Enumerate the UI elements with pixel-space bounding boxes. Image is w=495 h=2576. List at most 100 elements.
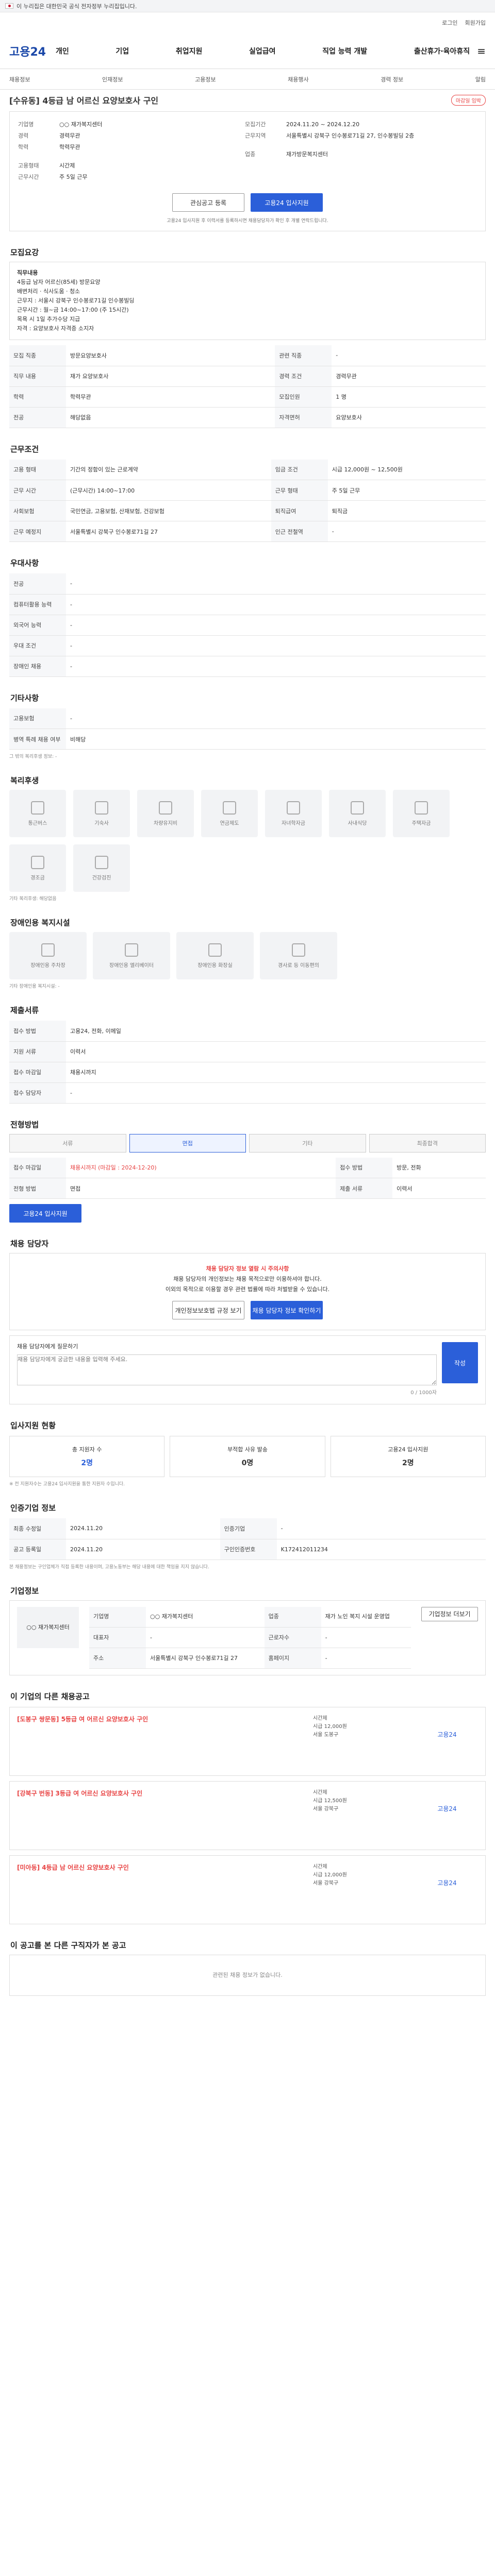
status-card: 총 지원자 수 2명	[9, 1436, 165, 1477]
job-description: 직무내용 4등급 남자 어르신(85세) 방문요양 배변처리 · 식사도움 · 청…	[9, 262, 486, 340]
gnb-item[interactable]: 개인	[56, 46, 69, 56]
process-steps: 서류 면접 기타 최종합격	[9, 1133, 486, 1153]
forms-table: 접수 방법 고용24, 전화, 이메일 지원 서류 이력서 접수 마감일 채용시까지 …	[9, 1021, 486, 1104]
period-value: 2024.11.20 ~ 2024.12.20	[286, 121, 360, 128]
disabled-facility-item: 장애인용 주차장	[9, 932, 87, 979]
company-name[interactable]: ○○ 재가복지센터	[59, 119, 102, 130]
house-icon	[415, 801, 428, 815]
company-more-button[interactable]: 기업정보 더보기	[421, 1606, 478, 1621]
restroom-icon	[208, 943, 222, 957]
elevator-icon	[125, 943, 138, 957]
ramp-icon	[292, 943, 305, 957]
section-title: 입사지원 현황	[10, 1421, 56, 1430]
contact-notice: 채용 담당자 정보 열람 시 주의사항 채용 담당자의 개인정보는 채용 목적으…	[9, 1253, 486, 1330]
utility-nav: 로그인 회원가입	[0, 12, 495, 33]
section-title: 모집요강	[10, 248, 39, 257]
sub-nav-item[interactable]: 경력 정보	[381, 75, 403, 83]
gov-banner: 이 누리집은 대한민국 공식 전자정부 누리집입니다.	[0, 0, 495, 12]
sub-nav-item[interactable]: 고용정보	[195, 75, 216, 83]
process-step: 면접	[129, 1133, 246, 1153]
recruit-table: 모집 직종 방문요양보호사 관련 직종 - 직무 내용 재가 요양보호사 경력 조건 경력무…	[9, 345, 486, 428]
header: 고용24 개인 기업 취업지원 실업급여 직업 능력 개발 출산휴가·육아휴직 ≡	[0, 33, 495, 69]
facility-item: 경조금	[9, 844, 66, 892]
facility-item: 주택자금	[393, 790, 450, 837]
list-item[interactable]: [도봉구 쌍문동] 5등급 여 어르신 요양보호사 구인 시간제 시급 12,000…	[9, 1707, 486, 1776]
section-title: 근무조건	[10, 444, 39, 454]
section-title: 이 기업의 다른 채용공고	[10, 1692, 90, 1701]
preference-table: 전공 - 컴퓨터활용 능력 - 외국어 능력 - 우대 조건 - 장애인 채용 -	[9, 573, 486, 677]
login-link[interactable]: 로그인	[442, 19, 457, 27]
page-title: [수유동] 4등급 남 어르신 요양보호사 구인	[9, 96, 159, 106]
taegukgi-icon	[5, 3, 13, 9]
sub-nav: 채용정보 인재정보 고용정보 채용행사 경력 정보 알림	[0, 69, 495, 90]
empty-state: 관련된 채용 정보가 없습니다.	[9, 1955, 486, 1996]
facility-item: 통근버스	[9, 790, 66, 837]
health-icon	[95, 855, 108, 869]
disabled-facility-list: 장애인용 주차장 장애인용 엘리베이터 장애인용 화장실 경사로 등 이동편의	[9, 932, 486, 979]
summary-card: 기업명 ○○ 재가복지센터 경력 경력무관 학력 학력무관 고용형태 시간제 근무시간 주…	[9, 111, 486, 231]
facility-item: 연금제도	[201, 790, 258, 837]
question-input[interactable]	[17, 1354, 437, 1385]
section-title: 인증기업 정보	[10, 1503, 56, 1513]
submit-question-button[interactable]: 작성	[442, 1342, 478, 1383]
bus-icon	[31, 801, 44, 815]
privacy-law-button[interactable]: 개인정보보호법 규정 보기	[172, 1301, 244, 1319]
section-title: 이 공고를 본 다른 구직자가 본 공고	[10, 1941, 126, 1950]
sub-nav-item[interactable]: 인재정보	[102, 75, 123, 83]
section-title: 제출서류	[10, 1006, 39, 1015]
sub-nav-item[interactable]: 채용행사	[288, 75, 308, 83]
facility-item: 건강검진	[73, 844, 130, 892]
etc-table: 고용보험 - 병역 특례 채용 여부 비해당	[9, 708, 486, 750]
section-title: 기타사항	[10, 693, 39, 703]
interest-button[interactable]: 관심공고 등록	[172, 193, 244, 212]
gnb-item[interactable]: 출산휴가·육아휴직	[414, 46, 470, 56]
company-logo: ○○ 재가복지센터	[17, 1606, 79, 1648]
question-box: 채용 담당자에게 질문하기0 / 1000자 작성	[9, 1335, 486, 1404]
disabled-facility-item: 장애인용 엘리베이터	[93, 932, 170, 979]
section-title: 복리후생	[10, 776, 39, 785]
status-cards: 총 지원자 수 2명 부적합 사유 발송 0명 고용24 입사지원 2명	[9, 1436, 486, 1477]
money-icon	[223, 801, 236, 815]
apply-button[interactable]: 고용24 입사지원	[251, 193, 323, 212]
list-item[interactable]: [미아동] 4등급 남 어르신 요양보호사 구인 시간제 시급 12,000원 서울 …	[9, 1855, 486, 1924]
hamburger-icon[interactable]: ≡	[477, 45, 486, 57]
building-icon	[95, 801, 108, 815]
facility-item: 기숙사	[73, 790, 130, 837]
logo[interactable]: 고용24	[9, 43, 56, 59]
disabled-facility-item: 경사로 등 이동편의	[260, 932, 337, 979]
facility-item: 사내식당	[329, 790, 386, 837]
sub-nav-item[interactable]: 알림	[475, 75, 486, 83]
section-title: 전형방법	[10, 1120, 39, 1129]
facility-item: 자녀학자금	[265, 790, 322, 837]
status-card: 부적합 사유 발송 0명	[170, 1436, 325, 1477]
disabled-facility-item: 장애인용 화장실	[176, 932, 254, 979]
sub-nav-item[interactable]: 채용정보	[9, 75, 30, 83]
status-card: 고용24 입사지원 2명	[330, 1436, 486, 1477]
process-step: 기타	[249, 1133, 366, 1153]
gnb-item[interactable]: 취업지원	[176, 46, 203, 56]
process-table: 접수 마감일 채용시까지 (마감일 : 2024-12-20) 접수 방법 방문, 전…	[9, 1157, 486, 1199]
company-card: ○○ 재가복지센터 기업명 ○○ 재가복지센터 업종 재가 노인 복지 시설 운영업 …	[9, 1600, 486, 1675]
status-badge: 마감일 임박	[451, 94, 486, 106]
process-step: 최종합격	[369, 1133, 486, 1153]
gift-icon	[31, 855, 44, 869]
conditions-table: 고용 형태 기간의 정함이 있는 근로계약 임금 조건 시급 12,000원 ~ 12…	[9, 459, 486, 542]
history-table: 최종 수정일 2024.11.20 인증기업 - 공고 등록일 2024.11.20 구인…	[9, 1518, 486, 1560]
process-step: 서류	[9, 1133, 126, 1153]
gnb-item[interactable]: 직업 능력 개발	[322, 46, 367, 56]
apply-button-2[interactable]: 고용24 입사지원	[9, 1204, 81, 1223]
gnb-item[interactable]: 실업급여	[249, 46, 276, 56]
gnb-item[interactable]: 기업	[116, 46, 129, 56]
cap-icon	[287, 801, 300, 815]
join-link[interactable]: 회원가입	[465, 19, 486, 27]
car-icon	[159, 801, 172, 815]
gnb: 개인 기업 취업지원 실업급여 직업 능력 개발 출산휴가·육아휴직	[56, 46, 470, 56]
list-item[interactable]: [강북구 번동] 3등급 여 어르신 요양보호사 구인 시간제 시급 12,500원…	[9, 1781, 486, 1850]
facility-list: 통근버스 기숙사 차량유지비 연금제도 자녀학자금 사내식당 주택자금 경조금 …	[9, 790, 486, 892]
section-title: 우대사항	[10, 558, 39, 568]
parking-icon	[41, 943, 55, 957]
facility-item: 차량유지비	[137, 790, 194, 837]
section-title: 채용 담당자	[10, 1239, 49, 1248]
view-contact-button[interactable]: 채용 담당자 정보 확인하기	[251, 1301, 323, 1319]
section-title: 기업정보	[10, 1586, 39, 1596]
